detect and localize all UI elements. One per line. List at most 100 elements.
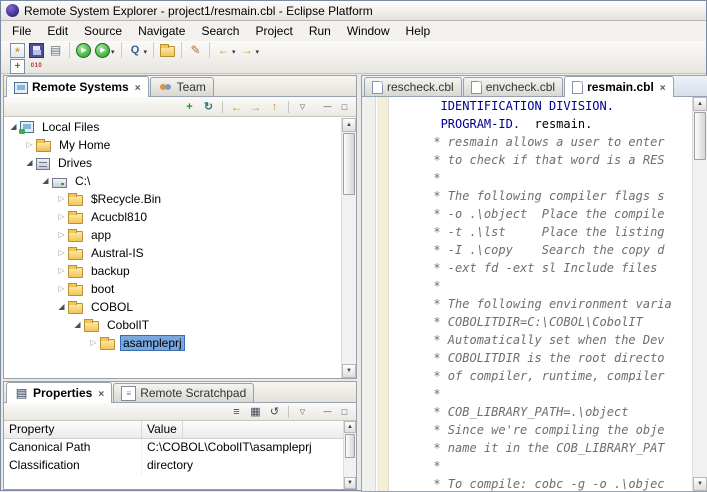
back-mini-button[interactable]	[228, 99, 245, 114]
twistie-icon[interactable]	[55, 298, 68, 316]
restore-button[interactable]	[266, 404, 283, 419]
scroll-up-icon[interactable]	[342, 118, 356, 132]
scroll-down-icon[interactable]	[693, 477, 707, 491]
tree-item-my-home[interactable]: My Home	[4, 136, 356, 154]
code-line: * Automatically set when the Dev	[390, 331, 692, 349]
scrollbar-thumb[interactable]	[694, 112, 706, 160]
remote-systems-icon	[14, 82, 28, 94]
tab-team[interactable]: Team	[150, 77, 214, 96]
scroll-up-icon[interactable]	[344, 421, 356, 433]
filter-button[interactable]	[247, 404, 264, 419]
tab-remote-scratchpad[interactable]: Remote Scratchpad	[113, 383, 254, 402]
table-row[interactable]: Classificationdirectory	[4, 457, 356, 475]
minimize-button[interactable]	[319, 404, 336, 419]
tree-item-label: My Home	[56, 138, 113, 152]
scroll-up-icon[interactable]	[693, 97, 707, 111]
twistie-icon[interactable]	[55, 208, 68, 226]
save-button[interactable]	[27, 42, 46, 58]
tree-item-asampleprj[interactable]: asampleprj	[4, 334, 356, 352]
twistie-icon[interactable]	[55, 244, 68, 262]
rse-tree[interactable]: Local FilesMy HomeDrivesC:\$Recycle.BinA…	[4, 118, 356, 378]
mark-occurrences-button[interactable]	[186, 42, 205, 58]
tab-properties[interactable]: Properties	[6, 382, 112, 403]
tree-item-c[interactable]: C:\	[4, 172, 356, 190]
comment-text: * Automatically set when the Dev	[390, 333, 665, 347]
props-scrollbar[interactable]	[343, 421, 356, 489]
twistie-icon[interactable]	[71, 316, 84, 334]
view-menu-button[interactable]	[294, 404, 311, 419]
twistie-icon[interactable]	[23, 154, 36, 172]
tree-item-cobolit[interactable]: CobolIT	[4, 316, 356, 334]
refresh-button[interactable]	[200, 99, 217, 114]
maximize-button[interactable]	[336, 404, 353, 419]
close-icon[interactable]	[96, 386, 104, 400]
maximize-button[interactable]	[336, 99, 353, 114]
menu-file[interactable]: File	[4, 22, 39, 40]
open-folder-icon	[160, 46, 175, 57]
menu-source[interactable]: Source	[76, 22, 130, 40]
tree-item-acucbl810[interactable]: Acucbl810	[4, 208, 356, 226]
tree-item-local-files[interactable]: Local Files	[4, 118, 356, 136]
new-connection-button[interactable]	[181, 99, 198, 114]
scrollbar-thumb[interactable]	[343, 133, 355, 195]
menu-edit[interactable]: Edit	[39, 22, 76, 40]
tab-remote-systems[interactable]: Remote Systems	[6, 76, 149, 97]
categories-button[interactable]	[228, 404, 245, 419]
twistie-icon[interactable]	[87, 334, 100, 352]
back-button[interactable]	[214, 42, 238, 58]
minimize-button[interactable]	[319, 99, 336, 114]
scroll-down-icon[interactable]	[342, 364, 356, 378]
tree-item-drives[interactable]: Drives	[4, 154, 356, 172]
twistie-icon[interactable]	[23, 136, 36, 154]
scroll-down-icon[interactable]	[344, 477, 356, 489]
new-window-button[interactable]	[8, 58, 27, 74]
tab-resmain-cbl[interactable]: resmain.cbl	[564, 76, 674, 97]
open-folder-button[interactable]	[158, 42, 177, 58]
annotation-ruler[interactable]	[362, 97, 376, 491]
editor-scrollbar[interactable]	[692, 97, 707, 491]
run-button[interactable]	[74, 42, 93, 58]
twistie-icon[interactable]	[55, 262, 68, 280]
menu-project[interactable]: Project	[247, 22, 300, 40]
menu-search[interactable]: Search	[193, 22, 247, 40]
toolbar-group	[69, 42, 121, 58]
menu-navigate[interactable]: Navigate	[130, 22, 193, 40]
column-header-property[interactable]: Property	[4, 421, 142, 438]
tab-envcheck-cbl[interactable]: envcheck.cbl	[463, 77, 563, 96]
tree-item-recycle-bin[interactable]: $Recycle.Bin	[4, 190, 356, 208]
close-icon[interactable]	[133, 80, 141, 94]
tree-item-backup[interactable]: backup	[4, 262, 356, 280]
twistie-icon[interactable]	[55, 190, 68, 208]
view-menu-button[interactable]	[294, 99, 311, 114]
up-mini-button[interactable]	[266, 99, 283, 114]
print-button[interactable]	[46, 42, 65, 58]
tab-rescheck-cbl[interactable]: rescheck.cbl	[364, 77, 462, 96]
menu-window[interactable]: Window	[339, 22, 398, 40]
menu-run[interactable]: Run	[301, 22, 339, 40]
search-menu-button[interactable]	[126, 42, 150, 58]
binary-010-button[interactable]	[27, 58, 46, 74]
code-line: * -I .\copy Search the copy d	[390, 241, 692, 259]
tree-item-app[interactable]: app	[4, 226, 356, 244]
twistie-icon[interactable]	[55, 226, 68, 244]
rse-tabbar: Remote SystemsTeam	[4, 76, 356, 97]
menu-help[interactable]: Help	[398, 22, 439, 40]
rse-scrollbar[interactable]	[341, 118, 356, 378]
twistie-icon[interactable]	[55, 280, 68, 298]
props-table-header: PropertyValue	[4, 421, 356, 439]
run-history-button[interactable]	[93, 42, 117, 58]
tree-item-austral-is[interactable]: Austral-IS	[4, 244, 356, 262]
column-header-value[interactable]: Value	[142, 421, 183, 438]
code-area[interactable]: IDENTIFICATION DIVISION. PROGRAM-ID. res…	[390, 97, 692, 491]
tree-item-boot[interactable]: boot	[4, 280, 356, 298]
close-icon[interactable]	[658, 80, 666, 94]
forward-button[interactable]	[238, 42, 262, 58]
tree-item-cobol[interactable]: COBOL	[4, 298, 356, 316]
scrollbar-thumb[interactable]	[345, 434, 355, 458]
new-wizard-button[interactable]	[8, 42, 27, 58]
table-row[interactable]: Canonical PathC:\COBOL\CobolIT\asamplepr…	[4, 439, 356, 457]
forward-mini-button[interactable]	[247, 99, 264, 114]
editor-body: IDENTIFICATION DIVISION. PROGRAM-ID. res…	[362, 97, 707, 491]
twistie-icon[interactable]	[39, 172, 52, 190]
refresh-icon	[201, 99, 216, 114]
